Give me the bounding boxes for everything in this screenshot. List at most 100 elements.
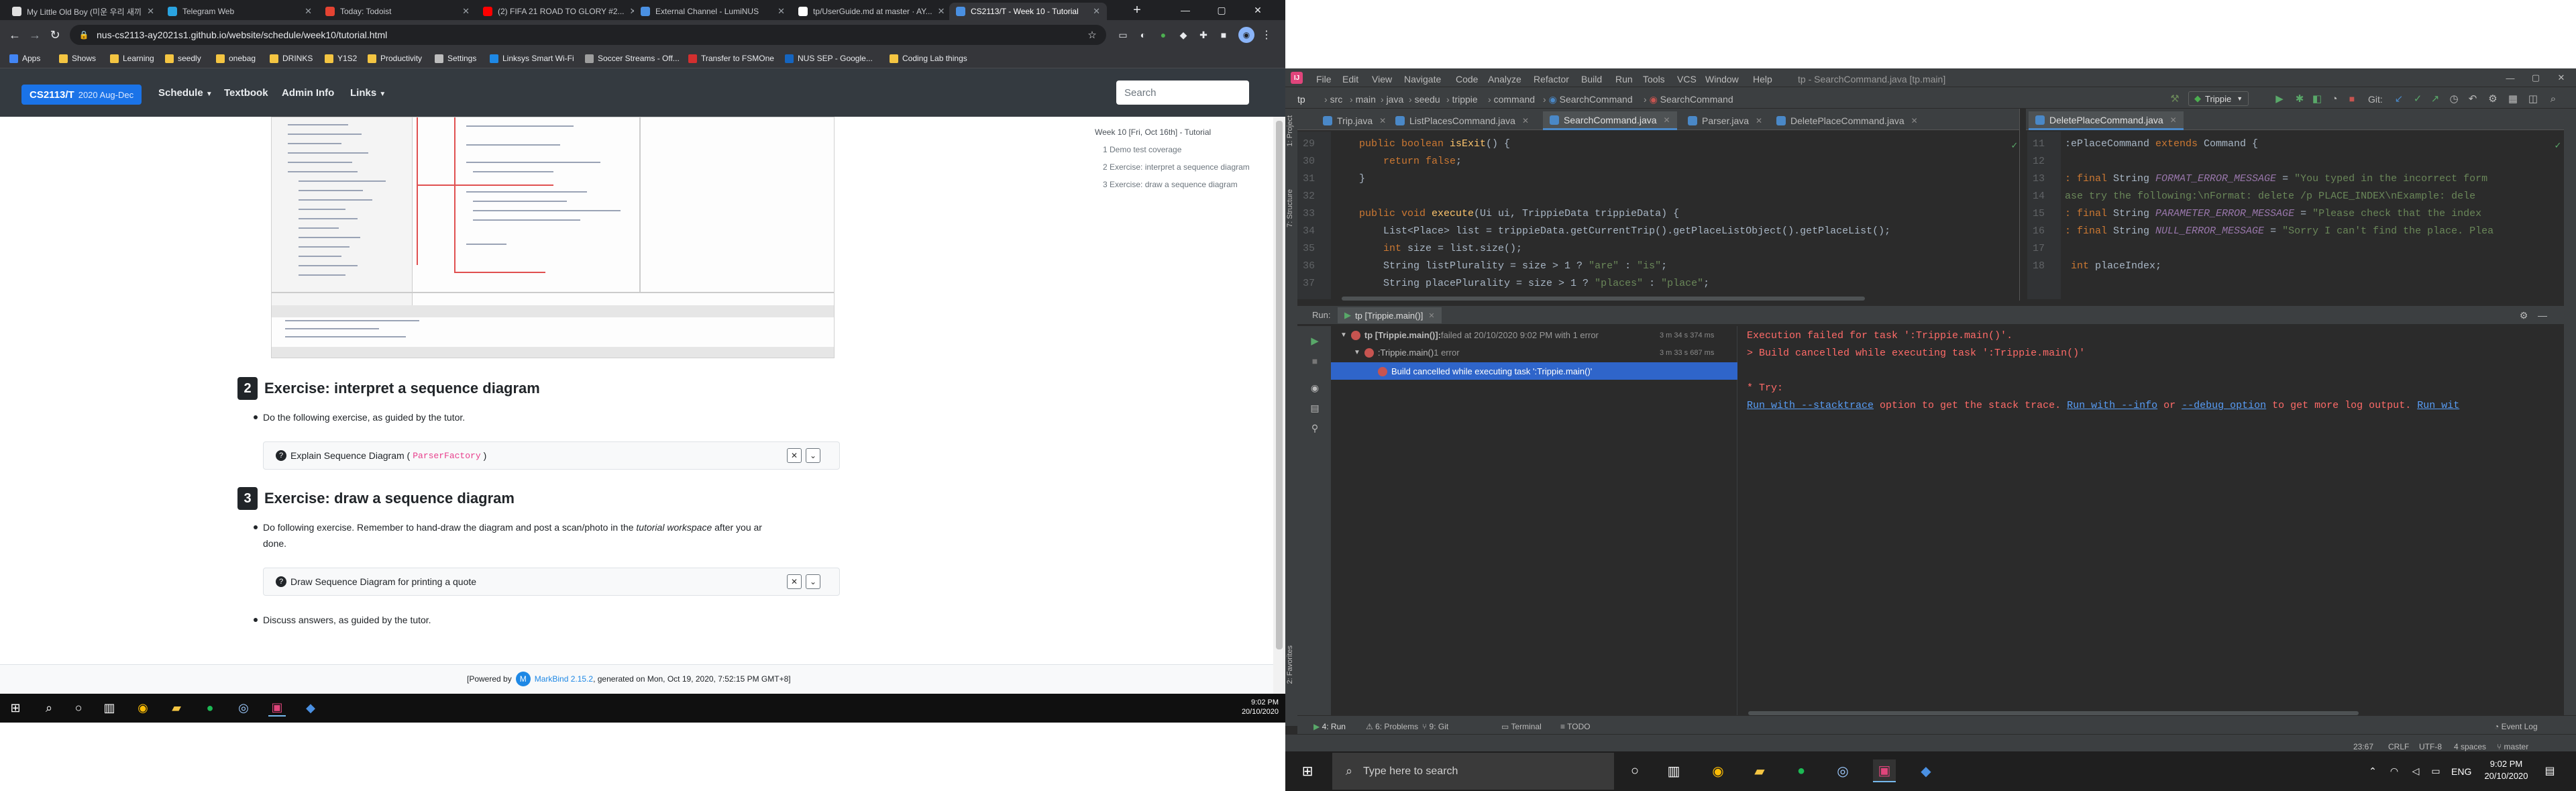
browser-tab[interactable]: Telegram Web ✕: [161, 3, 319, 20]
menu-refactor[interactable]: Refactor: [1534, 74, 1569, 85]
close-icon[interactable]: ✕: [2170, 115, 2177, 125]
menu-code[interactable]: Code: [1456, 74, 1478, 85]
close-icon[interactable]: ✕: [932, 6, 945, 17]
right-clock[interactable]: 9:02 PM 20/10/2020: [2479, 758, 2533, 782]
breadcrumb-item[interactable]: › main: [1350, 94, 1376, 105]
search-icon[interactable]: ⌕: [40, 699, 58, 717]
horizontal-scrollbar[interactable]: [1342, 297, 1865, 301]
battery-icon[interactable]: ▭: [2424, 759, 2447, 782]
editor-tab[interactable]: Parser.java ✕: [1681, 111, 1769, 130]
bookmark-item[interactable]: Transfer to FSMOne: [688, 54, 774, 63]
menu-navigate[interactable]: Navigate: [1404, 74, 1441, 85]
browser-tab[interactable]: External Channel - LumiNUS ✕: [634, 3, 792, 20]
reload-icon[interactable]: ↻: [47, 27, 63, 43]
history-icon[interactable]: ◷: [2447, 92, 2461, 105]
menu-edit[interactable]: Edit: [1342, 74, 1358, 85]
forward-icon[interactable]: →: [27, 27, 43, 43]
intellij-icon[interactable]: ▣: [1873, 759, 1896, 782]
notification-icon[interactable]: ▤: [2538, 759, 2561, 782]
git-commit-icon[interactable]: ✓: [2411, 92, 2424, 105]
breadcrumb-item[interactable]: › ◉ SearchCommand: [1543, 94, 1633, 105]
pin-icon[interactable]: ⚲: [1308, 421, 1322, 435]
close-icon[interactable]: ✕: [772, 6, 785, 17]
layout-icon[interactable]: ▤: [1308, 401, 1322, 415]
minimize-button[interactable]: —: [2502, 71, 2518, 85]
spotify-icon[interactable]: ●: [201, 699, 219, 717]
close-panel-button[interactable]: ✕: [787, 448, 802, 463]
site-search-input[interactable]: Search: [1116, 81, 1249, 105]
maximize-button[interactable]: ▢: [1212, 3, 1232, 17]
editor-tab-active[interactable]: SearchCommand.java ✕: [1543, 111, 1677, 130]
search-icon[interactable]: ⌕: [2546, 92, 2560, 105]
layout-icon[interactable]: ◫: [2526, 92, 2540, 105]
file-explorer-icon[interactable]: ▰: [1748, 759, 1771, 782]
close-window-button[interactable]: ✕: [2553, 71, 2569, 85]
cortana-icon[interactable]: ○: [70, 699, 87, 717]
close-panel-button[interactable]: ✕: [787, 574, 802, 589]
run-icon[interactable]: ▶: [2273, 92, 2286, 105]
structure-icon[interactable]: ▦: [2506, 92, 2520, 105]
indent-setting[interactable]: 4 spaces: [2454, 742, 2486, 751]
markbind-link[interactable]: MarkBind 2.15.2: [535, 674, 593, 684]
code-editor-right[interactable]: 11:ePlaceCommand extends Command {12 13: …: [2027, 136, 2564, 297]
intellij-icon[interactable]: ▣: [268, 699, 286, 717]
chevron-up-icon[interactable]: ⌃: [2361, 759, 2384, 782]
maps-icon[interactable]: ◆: [302, 699, 319, 717]
close-icon[interactable]: ✕: [1428, 311, 1434, 320]
editor-tab[interactable]: ListPlacesCommand.java ✕: [1389, 111, 1536, 130]
terminal-tool-tab[interactable]: ▭ Terminal: [1501, 722, 1542, 731]
cast-icon[interactable]: ▭: [1116, 28, 1130, 42]
stop-icon[interactable]: ■: [1308, 354, 1322, 368]
gear-icon[interactable]: ⚙: [2517, 309, 2530, 322]
rerun-icon[interactable]: ▶: [1308, 334, 1322, 348]
tree-row[interactable]: Build cancelled while executing task ':T…: [1378, 366, 1592, 376]
structure-tool-button[interactable]: 7: Structure: [1286, 189, 1294, 227]
minimize-button[interactable]: —: [1175, 3, 1195, 17]
extension-icon[interactable]: ◆: [1177, 28, 1190, 42]
line-separator[interactable]: CRLF: [2388, 742, 2409, 751]
close-icon[interactable]: ✕: [1756, 116, 1762, 125]
bookmark-item[interactable]: Learning: [110, 54, 154, 63]
git-update-icon[interactable]: ↙: [2392, 92, 2406, 105]
eye-icon[interactable]: ◉: [1308, 381, 1322, 394]
menu-file[interactable]: File: [1316, 74, 1332, 85]
run-config-select[interactable]: ◆ Trippie ▼: [2188, 91, 2249, 106]
nav-admin-info[interactable]: Admin Info: [282, 87, 334, 99]
console-output[interactable]: [1739, 326, 2576, 715]
bookmark-item[interactable]: seedly: [165, 54, 201, 63]
editor-tab-active[interactable]: DeletePlaceCommand.java ✕: [2029, 111, 2184, 130]
favorites-tool-button[interactable]: 2: Favorites: [1286, 645, 1294, 684]
address-bar[interactable]: 🔒 nus-cs2113-ay2021s1.github.io/website/…: [70, 25, 1106, 45]
new-tab-button[interactable]: +: [1130, 3, 1144, 17]
editor-tab[interactable]: Trip.java ✕: [1316, 111, 1393, 130]
close-window-button[interactable]: ✕: [1248, 3, 1268, 17]
profile-icon[interactable]: ◔: [2328, 92, 2341, 105]
bookmark-item[interactable]: Shows: [59, 54, 96, 63]
menu-build[interactable]: Build: [1581, 74, 1602, 85]
editor-tab[interactable]: DeletePlaceCommand.java ✕: [1770, 111, 1925, 130]
code-editor-left[interactable]: 29 public boolean isExit() {30 return fa…: [1297, 136, 2015, 297]
extension-icon[interactable]: ■: [1217, 28, 1230, 42]
bookmark-item[interactable]: Soccer Streams - Off...: [585, 54, 680, 63]
debug-icon[interactable]: ✱: [2293, 92, 2306, 105]
menu-run[interactable]: Run: [1615, 74, 1633, 85]
maps-icon[interactable]: ◆: [1915, 759, 1937, 782]
back-icon[interactable]: ←: [7, 27, 23, 43]
bookmark-item[interactable]: Productivity: [368, 54, 422, 63]
maximize-button[interactable]: ▢: [2528, 71, 2544, 85]
nav-links[interactable]: Links ▼: [350, 87, 386, 99]
bookmark-item[interactable]: Apps: [9, 54, 40, 63]
toc-item[interactable]: 2 Exercise: interpret a sequence diagram: [1103, 162, 1250, 172]
spotify-icon[interactable]: ●: [1790, 759, 1813, 782]
todo-tool-tab[interactable]: ≡ TODO: [1560, 722, 1591, 731]
wrench-icon[interactable]: ⚙: [2486, 92, 2500, 105]
rollback-icon[interactable]: ↶: [2466, 92, 2479, 105]
site-brand[interactable]: CS2113/T 2020 Aug-Dec: [21, 85, 142, 105]
task-view-icon[interactable]: ▥: [101, 699, 118, 717]
left-clock[interactable]: 9:02 PM 20/10/2020: [1238, 698, 1279, 717]
wifi-icon[interactable]: ◠: [2383, 759, 2406, 782]
breadcrumb-item[interactable]: › seedu: [1409, 94, 1440, 105]
bookmark-item[interactable]: NUS SEP - Google...: [785, 54, 873, 63]
taskbar-search-input[interactable]: ⌕ Type here to search: [1332, 753, 1614, 790]
cortana-icon[interactable]: ○: [1623, 759, 1646, 782]
